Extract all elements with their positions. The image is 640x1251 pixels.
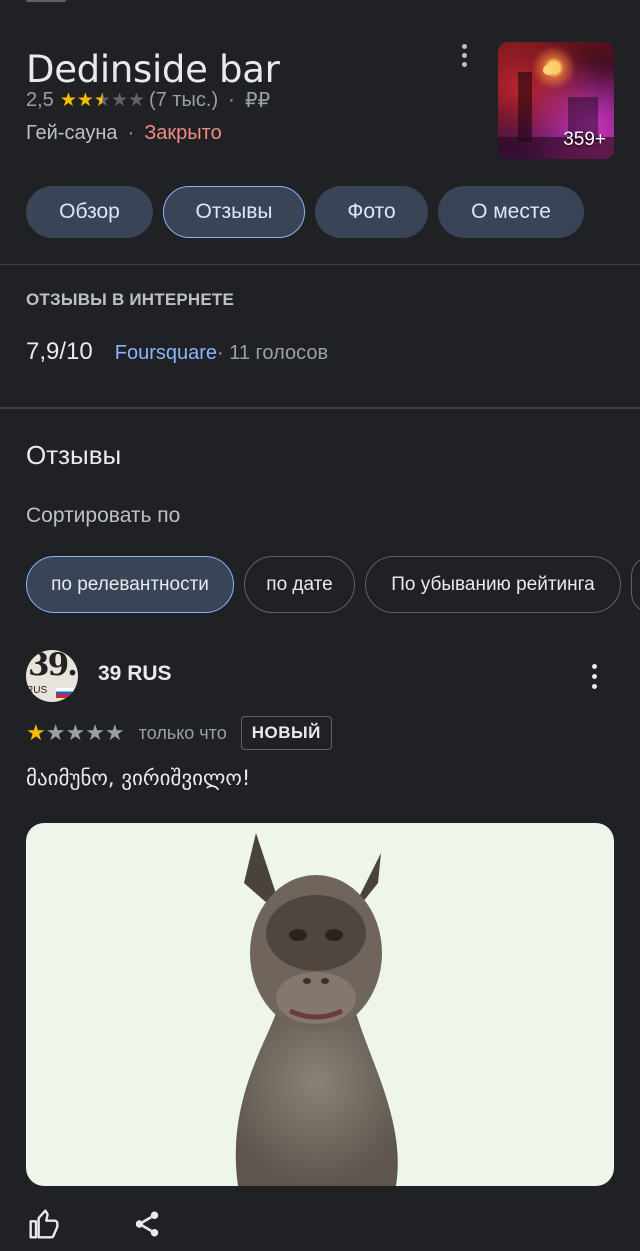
more-options-icon[interactable] xyxy=(452,40,476,70)
star-empty-icon: ★ xyxy=(128,90,146,111)
star-icon: ★ xyxy=(26,720,46,745)
open-status: Закрыто xyxy=(144,122,222,144)
tab-photos[interactable]: Фото xyxy=(315,186,428,238)
web-review-source-link[interactable]: Foursquare xyxy=(115,342,217,365)
web-review-row: 7,9/10 Foursquare · 11 голосов xyxy=(26,338,328,366)
place-category: Гей-сауна xyxy=(26,122,118,144)
share-icon[interactable] xyxy=(132,1208,162,1245)
rating-summary: 2,5 ★ ★ ★ ★ ★ (7 тыс.) · ₽₽ xyxy=(26,88,270,113)
photo-count: 359+ xyxy=(563,129,606,150)
drag-handle[interactable] xyxy=(26,0,66,2)
rating-value: 2,5 xyxy=(26,89,54,111)
review-text: მაიმუნო, ვირიშვილო! xyxy=(26,766,251,790)
tab-reviews[interactable]: Отзывы xyxy=(163,186,305,238)
star-empty-icon: ★ xyxy=(45,720,66,745)
star-empty-icon: ★ xyxy=(104,720,125,745)
divider xyxy=(0,264,640,265)
sort-chips: по релевантности по дате По убыванию рей… xyxy=(26,556,640,613)
reviewer-name[interactable]: 39 RUS xyxy=(98,662,172,686)
web-review-votes: · 11 голосов xyxy=(217,342,329,364)
avatar-number: 39. xyxy=(28,650,78,683)
rating-stars: ★ ★ ★ ★ ★ xyxy=(60,91,145,110)
thumb-up-icon[interactable] xyxy=(28,1208,60,1245)
divider xyxy=(0,407,640,409)
avatar[interactable]: 39. RUS xyxy=(26,650,78,702)
star-empty-icon: ★ xyxy=(65,720,86,745)
flag-icon xyxy=(56,688,74,698)
star-icon: ★ xyxy=(76,90,94,111)
place-photo-thumbnail[interactable]: 359+ xyxy=(498,42,614,159)
separator-dot: · xyxy=(228,89,235,111)
creature-picture xyxy=(235,833,398,1186)
price-level: ₽₽ xyxy=(244,90,271,112)
star-empty-icon: ★ xyxy=(85,720,105,745)
web-review-score: 7,9/10 xyxy=(26,338,93,365)
star-empty-icon: ★ xyxy=(110,90,128,111)
review-meta: ★ ★ ★ ★ ★ только что НОВЫЙ xyxy=(26,716,332,750)
review-photo[interactable] xyxy=(26,823,614,1186)
new-badge: НОВЫЙ xyxy=(240,716,332,750)
sort-chip-rating-desc[interactable]: По убыванию рейтинга xyxy=(365,556,621,613)
star-icon: ★ xyxy=(59,90,77,111)
place-tabs: Обзор Отзывы Фото О месте xyxy=(26,186,584,238)
star-half-icon: ★ xyxy=(93,90,111,111)
reviews-title: Отзывы xyxy=(26,440,122,470)
review-time: только что xyxy=(138,722,227,743)
avatar-subtext: RUS xyxy=(26,685,48,696)
web-reviews-heading: ОТЗЫВЫ В ИНТЕРНЕТЕ xyxy=(26,290,235,309)
review-more-options-icon[interactable] xyxy=(582,660,606,692)
separator-dot: · xyxy=(127,122,135,144)
place-title: Dedinside bar xyxy=(26,48,280,91)
tab-overview[interactable]: Обзор xyxy=(26,186,153,238)
category-line: Гей-сауна · Закрыто xyxy=(26,122,222,145)
sort-chip-date[interactable]: по дате xyxy=(244,556,355,613)
sort-chip-more[interactable] xyxy=(631,556,640,613)
review-count-link[interactable]: (7 тыс.) xyxy=(149,89,218,112)
sort-chip-relevance[interactable]: по релевантности xyxy=(26,556,234,613)
tab-about[interactable]: О месте xyxy=(438,186,584,238)
sort-label: Сортировать по xyxy=(26,504,181,527)
